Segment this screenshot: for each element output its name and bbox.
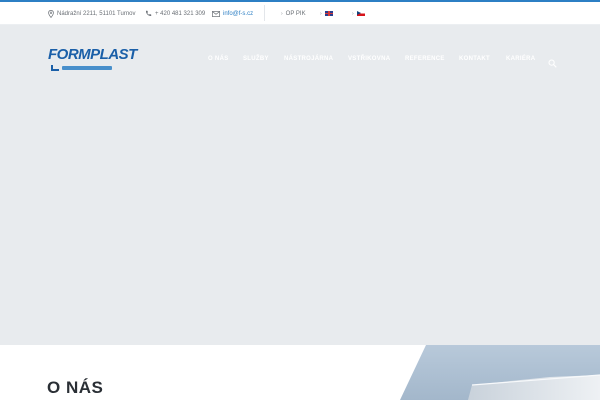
- email-link[interactable]: info@f-s.cz: [223, 11, 253, 17]
- about-building-photo: [380, 345, 600, 400]
- nav-item-vstrikovna[interactable]: VSTŘIKOVNA: [348, 56, 390, 62]
- chevron-right-icon: ›: [352, 10, 354, 17]
- phone-icon: [145, 10, 152, 17]
- envelope-icon: [212, 10, 220, 17]
- address-text: Nádražní 2211, 51101 Turnov: [57, 10, 136, 17]
- nav-item-reference[interactable]: REFERENCE: [405, 56, 445, 62]
- search-button[interactable]: [548, 55, 557, 68]
- nav-item-nastrojarna[interactable]: NÁSTROJÁRNA: [284, 56, 333, 62]
- logo-underline-bar: [62, 65, 112, 70]
- topbar-divider: [264, 5, 265, 21]
- about-heading: O NÁS: [47, 378, 104, 397]
- language-cs[interactable]: ›: [352, 8, 365, 19]
- nav-item-o-nas[interactable]: O NÁS: [208, 56, 229, 62]
- language-en[interactable]: ›: [320, 8, 333, 19]
- location-pin-icon: [48, 9, 54, 18]
- main-navigation: O NÁS SLUŽBY NÁSTROJÁRNA VSTŘIKOVNA REFE…: [0, 56, 600, 66]
- uk-flag-icon[interactable]: [324, 11, 333, 16]
- nav-item-sluzby[interactable]: SLUŽBY: [243, 56, 269, 62]
- op-pik-text[interactable]: OP PIK: [286, 11, 306, 17]
- address-item: Nádražní 2211, 51101 Turnov: [48, 8, 136, 19]
- email-item[interactable]: info@f-s.cz: [212, 8, 253, 19]
- top-info-bar: Nádražní 2211, 51101 Turnov + 420 481 32…: [0, 2, 600, 25]
- op-pik-link[interactable]: › OP PIK: [281, 8, 306, 19]
- phone-item[interactable]: + 420 481 321 309: [145, 8, 205, 19]
- nav-item-kontakt[interactable]: KONTAKT: [459, 56, 490, 62]
- nav-item-kariera[interactable]: KARIÉRA: [506, 56, 535, 62]
- chevron-right-icon: ›: [281, 10, 283, 17]
- building-photo-image: [400, 345, 600, 400]
- czech-flag-icon[interactable]: [356, 11, 365, 16]
- chevron-right-icon: ›: [320, 10, 322, 17]
- phone-text[interactable]: + 420 481 321 309: [155, 11, 205, 17]
- search-icon[interactable]: [548, 59, 557, 68]
